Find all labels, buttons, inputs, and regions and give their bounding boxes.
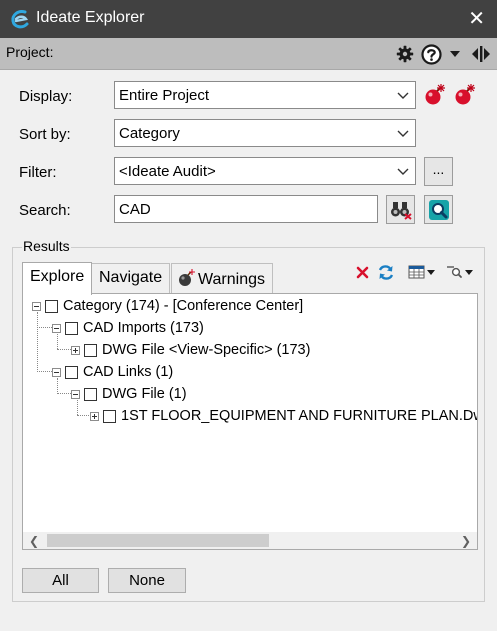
tree-node-label: CAD Links (1) [83, 364, 174, 380]
help-icon[interactable] [420, 42, 442, 66]
gear-icon[interactable] [395, 42, 415, 66]
horizontal-scrollbar[interactable]: ❮ ❯ [23, 532, 477, 549]
tree-checkbox[interactable] [84, 343, 97, 357]
project-label: Project: [6, 44, 54, 60]
scroll-left-icon[interactable]: ❮ [25, 532, 43, 549]
tree-checkbox[interactable] [45, 299, 58, 313]
columns-icon[interactable] [408, 265, 436, 280]
filter-browse-label: ... [432, 160, 445, 177]
search-label: Search: [19, 202, 71, 219]
display-label: Display: [19, 88, 73, 105]
tree-node-label: DWG File (1) [102, 386, 187, 402]
tree-node[interactable]: CAD Imports (173) [52, 319, 204, 337]
tab-warnings[interactable]: Warnings [171, 263, 273, 293]
tab-explore[interactable]: Explore [22, 262, 93, 295]
expand-icon[interactable] [71, 345, 80, 355]
tree-node[interactable]: DWG File (1) [71, 385, 187, 403]
tab-explore-label: Explore [30, 268, 85, 285]
pin-collapse-icon[interactable] [470, 42, 492, 66]
find-button[interactable] [386, 195, 415, 224]
sort-label: Sort by: [19, 126, 71, 143]
results-label: Results [22, 238, 71, 254]
window-title: Ideate Explorer [36, 9, 145, 26]
tab-warnings-label: Warnings [198, 271, 265, 288]
help-dropdown-icon[interactable] [448, 42, 462, 66]
collapse-icon[interactable] [71, 389, 80, 399]
tree-checkbox[interactable] [65, 321, 78, 335]
tree-checkbox[interactable] [84, 387, 97, 401]
display-value: Entire Project [119, 87, 210, 104]
collapse-icon[interactable] [52, 367, 61, 377]
select-none-button[interactable]: None [108, 568, 186, 593]
search-input[interactable] [114, 195, 378, 223]
tree-node[interactable]: 1ST FLOOR_EQUIPMENT AND FURNITURE PLAN.D… [90, 407, 478, 425]
tab-navigate[interactable]: Navigate [91, 263, 171, 293]
refresh-icon[interactable] [377, 264, 395, 281]
tree-connector [37, 312, 38, 372]
zoom-search-icon [428, 199, 449, 220]
filter-label: Filter: [19, 164, 57, 181]
filter-browse-button[interactable]: ... [424, 157, 453, 186]
tree-node[interactable]: Category (174) - [Conference Center] [32, 297, 303, 315]
chevron-down-icon [397, 130, 409, 137]
binoculars-icon [390, 201, 412, 220]
tree-node-label: Category (174) - [Conference Center] [63, 298, 304, 314]
display-select[interactable]: Entire Project [114, 81, 416, 109]
project-toolbar: Project: [0, 38, 497, 70]
tree-node-label: CAD Imports (173) [83, 320, 204, 336]
sort-value: Category [119, 125, 180, 142]
scroll-right-icon[interactable]: ❯ [457, 532, 475, 549]
select-all-button[interactable]: All [22, 568, 99, 593]
select-all-label: All [52, 572, 69, 589]
scrollbar-thumb[interactable] [47, 534, 269, 547]
tree-node[interactable]: CAD Links (1) [52, 363, 173, 381]
tree-checkbox[interactable] [103, 409, 116, 423]
sort-select[interactable]: Category [114, 119, 416, 147]
bomb-icon[interactable] [454, 83, 476, 107]
bomb-icon[interactable] [424, 83, 446, 107]
chevron-down-icon [397, 168, 409, 175]
tab-navigate-label: Navigate [99, 269, 163, 286]
clear-icon[interactable] [356, 266, 369, 279]
filter-value: <Ideate Audit> [119, 163, 216, 180]
collapse-icon[interactable] [52, 323, 61, 333]
results-tree: Category (174) - [Conference Center] CAD… [22, 293, 478, 550]
title-bar: Ideate Explorer ✕ [0, 0, 497, 38]
zoom-dropdown-icon[interactable] [446, 265, 474, 280]
tree-node-label: 1ST FLOOR_EQUIPMENT AND FURNITURE PLAN.D… [121, 408, 478, 424]
expand-icon[interactable] [90, 411, 99, 421]
bomb-icon [179, 269, 195, 286]
tree-node-label: DWG File <View-Specific> (173) [102, 342, 311, 358]
filter-select[interactable]: <Ideate Audit> [114, 157, 416, 185]
tree-checkbox[interactable] [65, 365, 78, 379]
ideate-logo-icon [11, 10, 29, 29]
collapse-icon[interactable] [32, 301, 41, 311]
chevron-down-icon [397, 92, 409, 99]
select-none-label: None [129, 572, 165, 589]
tree-node[interactable]: DWG File <View-Specific> (173) [71, 341, 310, 359]
zoom-search-button[interactable] [424, 195, 453, 224]
close-icon[interactable]: ✕ [468, 6, 485, 31]
